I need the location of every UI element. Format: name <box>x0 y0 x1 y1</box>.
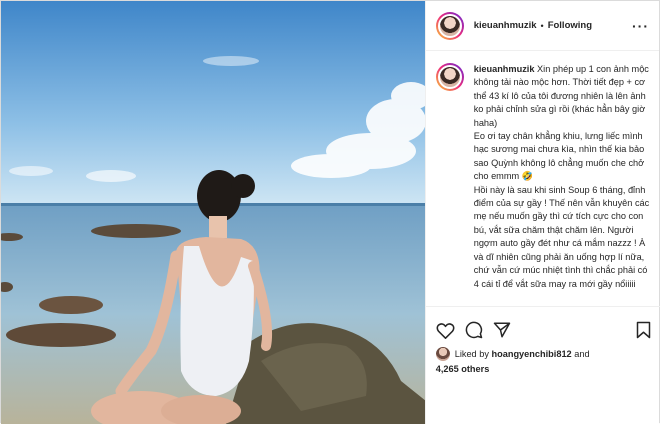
liked-by-line: Liked by hoangyenchibi812 and <box>426 343 660 361</box>
liked-by-and: and <box>574 349 590 359</box>
caption-avatar[interactable] <box>435 63 464 91</box>
likes-count[interactable]: 4,265 others <box>426 361 660 374</box>
post-caption: kieuanhmuzik Xin phép up 1 con ảnh mộc k… <box>435 63 654 291</box>
caption-body: Xin phép up 1 con ảnh mộc không tải nào … <box>473 64 650 289</box>
comment-icon[interactable] <box>465 321 483 339</box>
beach-photo-image <box>1 1 425 424</box>
header-username[interactable]: kieuanhmuzik <box>474 20 537 31</box>
profile-avatar[interactable] <box>435 11 464 40</box>
caption-text-block: kieuanhmuzik Xin phép up 1 con ảnh mộc k… <box>474 63 654 291</box>
post-photo[interactable] <box>1 1 425 424</box>
following-button[interactable]: Following <box>548 20 592 31</box>
heart-icon[interactable] <box>436 322 455 339</box>
more-options-icon[interactable]: ··· <box>632 19 649 33</box>
post-actions: Liked by hoangyenchibi812 and 4,265 othe… <box>425 306 660 424</box>
bookmark-icon[interactable] <box>636 321 651 339</box>
caption-username[interactable]: kieuanhmuzik <box>474 64 535 74</box>
liker-avatar[interactable] <box>435 347 450 361</box>
action-icons-row <box>426 307 660 343</box>
header-separator: • <box>540 20 544 31</box>
instagram-post: kieuanhmuzik • Following ··· kieuanhmuzi… <box>0 0 660 424</box>
share-icon[interactable] <box>493 321 511 339</box>
post-side-panel: kieuanhmuzik • Following ··· kieuanhmuzi… <box>424 1 660 424</box>
liked-by-user[interactable]: hoangyenchibi812 <box>492 349 572 359</box>
post-header: kieuanhmuzik • Following ··· <box>425 1 659 51</box>
liked-by-prefix: Liked by <box>454 349 489 359</box>
